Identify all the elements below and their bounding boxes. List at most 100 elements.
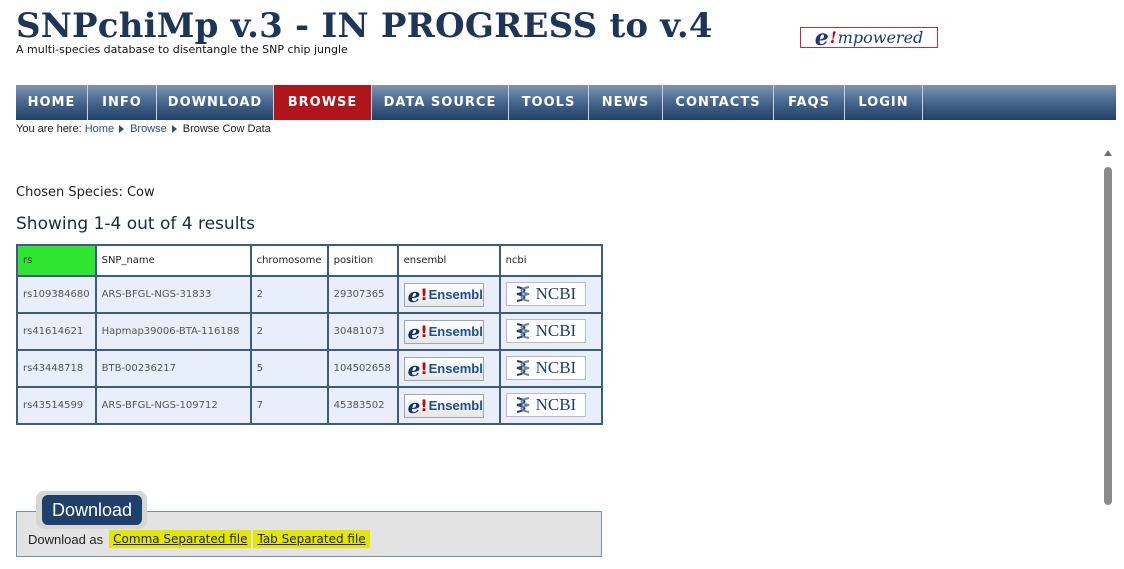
nav-browse[interactable]: BROWSE [274,85,372,120]
ensembl-bang-glyph: ! [420,359,428,378]
empowered-bang-glyph: ! [829,28,837,47]
ncbi-button[interactable]: NCBI [505,356,586,380]
empowered-logo-text: mpowered [837,28,924,47]
cell-chromosome: 7 [249,386,329,425]
breadcrumb-arrow-icon [171,125,177,134]
cell-chromosome: 2 [249,312,329,351]
nav-faqs[interactable]: FAQS [774,85,845,120]
nav-tools[interactable]: TOOLS [509,85,589,120]
ensembl-button[interactable]: e! Ensembl [403,282,484,307]
column-header-position[interactable]: position [326,244,399,277]
vertical-scrollbar[interactable] [1100,145,1116,569]
nav-news[interactable]: NEWS [589,85,663,120]
breadcrumb-home-link[interactable]: Home [85,123,114,135]
ncbi-helix-icon [516,360,529,376]
column-header-ensembl: ensembl [396,244,501,277]
cell-ensembl: e! Ensembl [396,275,501,314]
chosen-species: Chosen Species: Cow [16,185,155,200]
nav-info[interactable]: INFO [88,85,157,120]
tsv-download-link[interactable]: Tab Separated file [253,530,370,548]
ncbi-helix-icon [516,286,529,302]
chosen-species-value: Cow [126,185,155,200]
cell-ncbi: NCBI [498,312,603,351]
cell-chromosome: 2 [249,275,329,314]
scroll-thumb[interactable] [1104,167,1112,505]
ncbi-helix-icon [516,323,529,339]
cell-ncbi: NCBI [498,275,603,314]
cell-rs: rs43448718 [16,349,97,388]
breadcrumb-prefix: You are here: [16,123,82,135]
cell-snp-name: BTB-00236217 [94,349,252,388]
breadcrumb-arrow-icon [119,125,125,134]
ensembl-button[interactable]: e! Ensembl [403,356,484,381]
download-title: Download [42,495,142,525]
cell-rs: rs43514599 [16,386,97,425]
cell-rs: rs109384680 [16,275,97,314]
nav-data-source[interactable]: DATA SOURCE [372,85,509,120]
chosen-species-label: Chosen Species: [16,185,123,200]
cell-ensembl: e! Ensembl [396,312,501,351]
ensembl-e-glyph: e [407,282,421,307]
scroll-up-arrow-icon[interactable] [1104,150,1112,156]
results-table: rs SNP_name chromosome position ensembl … [16,244,603,425]
ncbi-button[interactable]: NCBI [505,319,586,343]
column-header-chromosome[interactable]: chromosome [249,244,329,277]
ncbi-button-label: NCBI [535,358,577,377]
ncbi-button[interactable]: NCBI [505,393,586,417]
cell-position: 30481073 [326,312,399,351]
cell-chromosome: 5 [249,349,329,388]
cell-ncbi: NCBI [498,386,603,425]
cell-snp-name: Hapmap39006-BTA-116188 [94,312,252,351]
cell-rs: rs41614621 [16,312,97,351]
empowered-e-glyph: e [814,24,829,51]
site-title: SNPchiMp v.3 - IN PROGRESS to v.4 [16,6,713,46]
cell-position: 29307365 [326,275,399,314]
ensembl-e-glyph: e [407,393,421,418]
breadcrumb: You are here: Home Browse Browse Cow Data [16,123,271,135]
ensembl-button[interactable]: e! Ensembl [403,319,484,344]
csv-download-link[interactable]: Comma Separated file [109,530,252,548]
ensembl-e-glyph: e [407,356,421,381]
ncbi-helix-icon [516,397,529,413]
cell-snp-name: ARS-BFGL-NGS-31833 [94,275,252,314]
site-subtitle: A multi-species database to disentangle … [16,43,348,56]
ncbi-button[interactable]: NCBI [505,282,586,306]
ncbi-button-label: NCBI [535,321,577,340]
cell-position: 45383502 [326,386,399,425]
column-header-rs[interactable]: rs [16,244,97,277]
ensembl-bang-glyph: ! [420,285,428,304]
ensembl-bang-glyph: ! [420,322,428,341]
nav-contacts[interactable]: CONTACTS [663,85,774,120]
table-row: rs109384680 ARS-BFGL-NGS-31833 2 2930736… [16,275,603,314]
ncbi-button-label: NCBI [535,284,577,303]
nav-login[interactable]: LOGIN [845,85,923,120]
nav-download[interactable]: DOWNLOAD [157,85,274,120]
table-header-row: rs SNP_name chromosome position ensembl … [16,244,603,277]
ensembl-e-glyph: e [407,319,421,344]
results-summary: Showing 1-4 out of 4 results [16,214,255,234]
column-header-snp-name[interactable]: SNP_name [94,244,252,277]
cell-position: 104502658 [326,349,399,388]
cell-ensembl: e! Ensembl [396,386,501,425]
ensembl-bang-glyph: ! [420,396,428,415]
breadcrumb-browse-link[interactable]: Browse [130,123,167,135]
ensembl-button-label: Ensembl [428,287,483,302]
cell-ncbi: NCBI [498,349,603,388]
column-header-ncbi: ncbi [498,244,603,277]
ensembl-button[interactable]: e! Ensembl [403,393,484,418]
table-row: rs43448718 BTB-00236217 5 104502658 e! En… [16,349,603,388]
ensembl-button-label: Ensembl [428,324,483,339]
ensembl-button-label: Ensembl [428,398,483,413]
breadcrumb-current: Browse Cow Data [182,123,271,135]
nav-home[interactable]: HOME [16,85,88,120]
table-row: rs41614621 Hapmap39006-BTA-116188 2 3048… [16,312,603,351]
download-options: Download as Comma Separated file Tab Sep… [28,528,370,550]
cell-ensembl: e! Ensembl [396,349,501,388]
ncbi-button-label: NCBI [535,395,577,414]
main-nav: HOME INFO DOWNLOAD BROWSE DATA SOURCE TO… [16,85,1116,120]
cell-snp-name: ARS-BFGL-NGS-109712 [94,386,252,425]
download-prefix: Download as [28,531,104,547]
table-row: rs43514599 ARS-BFGL-NGS-109712 7 4538350… [16,386,603,425]
empowered-logo[interactable]: e! mpowered [800,24,938,51]
ensembl-button-label: Ensembl [428,361,483,376]
